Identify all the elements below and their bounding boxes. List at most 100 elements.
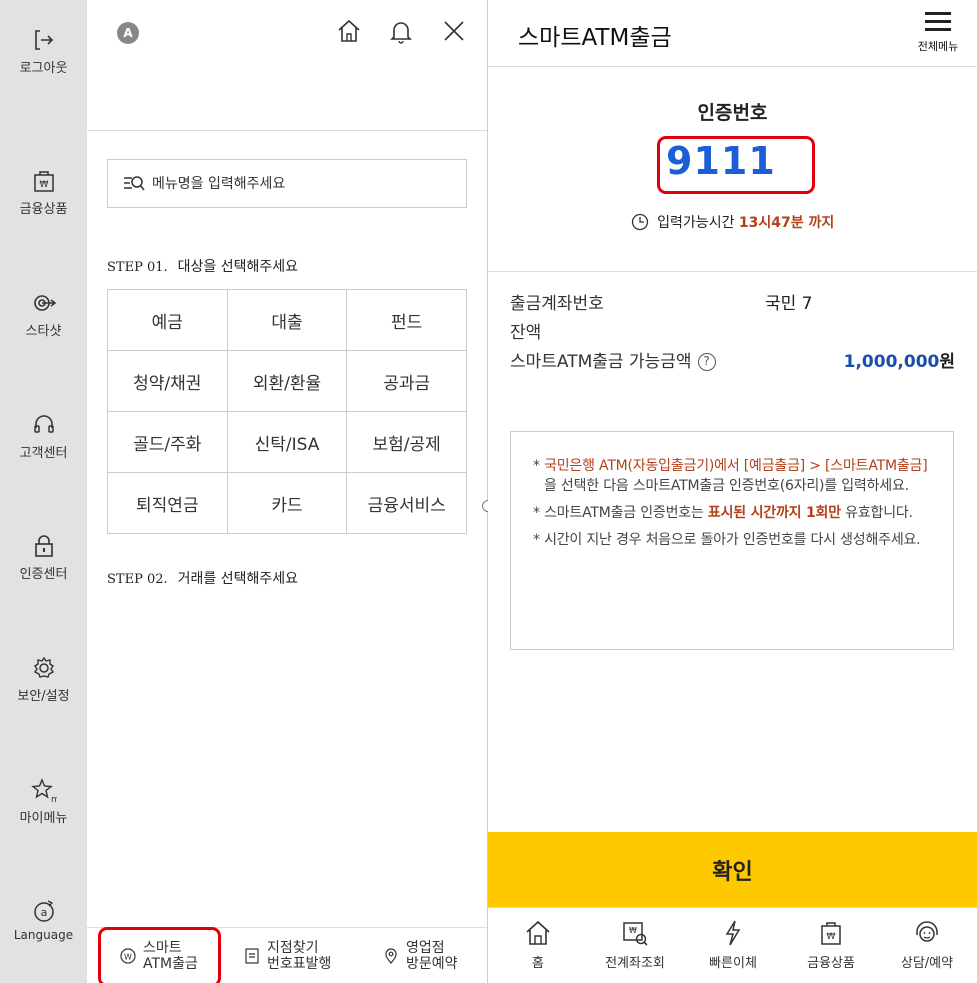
rail-label: 스타샷 xyxy=(25,324,62,339)
notice-2-highlight: 표시된 시간까지 1회만 xyxy=(707,505,841,521)
auth-code: 9111 xyxy=(666,139,776,183)
left-rail: 로그아웃 ₩ 금융상품 스타샷 고객센터 인증센터 보안/설정 m 마이메뉴 a… xyxy=(0,0,87,983)
home-icon xyxy=(526,920,550,945)
step-1-heading: STEP 01. 대상을 선택해주세요 xyxy=(107,256,298,276)
category-gold-coin[interactable]: 골드/주화 xyxy=(107,411,228,473)
notice-item-3: * 시간이 지난 경우 처음으로 돌아가 인증번호를 다시 생성해주세요. xyxy=(533,532,921,548)
category-foreign-exchange[interactable]: 외환/환율 xyxy=(226,350,348,412)
valid-time-value: 13시47분 까지 xyxy=(738,215,835,231)
svg-text:₩: ₩ xyxy=(629,926,637,935)
tab-home[interactable]: 홈 xyxy=(490,918,586,971)
available-amount-unit: 원 xyxy=(939,352,955,372)
notice-2-text-a: 스마트ATM출금 인증번호는 xyxy=(544,505,708,521)
category-deposit[interactable]: 예금 xyxy=(107,289,228,351)
step-text: 거래를 선택해주세요 xyxy=(177,571,298,587)
account-value: 국민 7 xyxy=(765,294,813,314)
svg-text:₩: ₩ xyxy=(39,180,48,190)
category-fund[interactable]: 펀드 xyxy=(346,289,467,351)
rail-item-my-menu[interactable]: m 마이메뉴 xyxy=(0,777,87,826)
app-root: 로그아웃 ₩ 금융상품 스타샷 고객센터 인증센터 보안/설정 m 마이메뉴 a… xyxy=(0,0,977,983)
rail-label: 인증센터 xyxy=(19,567,68,582)
tab-label: 상담/예약 xyxy=(900,956,954,971)
headset-icon xyxy=(916,921,938,942)
menu-search-input[interactable] xyxy=(152,160,452,207)
tab-label: 금융상품 xyxy=(807,956,855,971)
rail-label: 고객센터 xyxy=(19,446,68,461)
menu-header: A xyxy=(87,0,487,131)
smart-atm-screen: 스마트ATM출금 전체메뉴 인증번호 9111 입력가능시간 13시47분 까지… xyxy=(488,0,977,983)
notice-1-highlight: 국민은행 ATM(자동입출금기)에서 [예금출금] > [스마트ATM출금] xyxy=(544,458,928,474)
tab-quick-transfer[interactable]: 빠른이체 xyxy=(685,918,781,971)
available-amount-value: 1,000,000 xyxy=(843,352,940,372)
smart-atm-highlight-box xyxy=(98,927,221,983)
available-amount-row: 스마트ATM출금 가능금액? xyxy=(510,347,716,372)
close-icon[interactable] xyxy=(440,17,468,45)
valid-time-label: 입력가능시간 xyxy=(657,215,735,231)
available-amount: 1,000,000원 xyxy=(844,347,955,372)
step-text: 대상을 선택해주세요 xyxy=(177,259,298,275)
headset-icon xyxy=(31,412,57,438)
help-icon[interactable]: ? xyxy=(697,353,716,371)
star-icon: m xyxy=(30,777,59,805)
notice-3-text: 시간이 지난 경우 처음으로 돌아가 인증번호를 다시 생성해주세요. xyxy=(544,532,921,548)
clock-icon xyxy=(631,213,648,231)
home-icon[interactable] xyxy=(335,17,363,45)
tab-label: 빠른이체 xyxy=(709,956,757,971)
full-menu-button[interactable]: 전체메뉴 xyxy=(913,10,963,54)
valid-time-row: 입력가능시간 13시47분 까지 xyxy=(488,212,977,232)
financial-product-icon: ₩ xyxy=(31,168,57,194)
rail-item-auth-center[interactable]: 인증센터 xyxy=(0,533,87,582)
tab-all-accounts[interactable]: ₩ 전계좌조회 xyxy=(587,918,683,971)
language-icon: a xyxy=(31,898,57,924)
category-financial-service[interactable]: 금융서비스 xyxy=(346,472,467,534)
branch-ticket-line2: 번호표발행 xyxy=(267,956,332,972)
svg-text:₩: ₩ xyxy=(827,932,836,942)
tab-label: 홈 xyxy=(532,956,544,971)
branch-visit-reservation-button[interactable]: 영업점 방문예약 xyxy=(382,928,458,983)
financial-product-icon: ₩ xyxy=(821,922,841,945)
step-number: STEP 01. xyxy=(107,260,168,275)
rail-item-customer-center[interactable]: 고객센터 xyxy=(0,412,87,461)
menu-search-box[interactable] xyxy=(107,159,467,208)
notice-item-1: * 국민은행 ATM(자동입출금기)에서 [예금출금] > [스마트ATM출금]… xyxy=(533,458,928,494)
screen-header: 스마트ATM출금 전체메뉴 xyxy=(488,0,977,67)
page-title: 스마트ATM출금 xyxy=(518,25,672,51)
auth-number-label: 인증번호 xyxy=(697,102,768,124)
tab-consult-reservation[interactable]: 상담/예약 xyxy=(879,918,975,971)
category-pension[interactable]: 퇴직연금 xyxy=(107,472,228,534)
tab-financial-products[interactable]: ₩ 금융상품 xyxy=(783,918,879,971)
account-search-icon: ₩ xyxy=(623,922,648,946)
search-icon xyxy=(124,176,145,191)
category-card[interactable]: 카드 xyxy=(226,472,348,534)
rail-label: 금융상품 xyxy=(19,202,68,217)
location-pin-icon xyxy=(385,948,397,964)
category-loan[interactable]: 대출 xyxy=(226,289,348,351)
notice-2-text-c: 유효합니다. xyxy=(840,505,913,521)
menu-panel: A STEP 01. 대상을 선택해주세요 예금 대출 펀드 청약/채권 외환/환… xyxy=(87,0,487,983)
avatar[interactable]: A xyxy=(117,22,139,44)
step-number: STEP 02. xyxy=(107,572,168,587)
rail-item-security-settings[interactable]: 보안/설정 xyxy=(0,655,87,704)
confirm-button[interactable]: 확인 xyxy=(488,832,977,907)
rail-item-financial-products[interactable]: ₩ 금융상품 xyxy=(0,168,87,217)
rail-item-logout[interactable]: 로그아웃 xyxy=(0,27,87,76)
notice-box: * 국민은행 ATM(자동입출금기)에서 [예금출금] > [스마트ATM출금]… xyxy=(510,431,954,650)
available-amount-label: 스마트ATM출금 가능금액 xyxy=(510,352,692,372)
svg-text:m: m xyxy=(51,795,57,803)
rail-item-starshot[interactable]: 스타샷 xyxy=(0,290,87,339)
category-subscription-bond[interactable]: 청약/채권 xyxy=(107,350,228,412)
category-public-utility[interactable]: 공과금 xyxy=(346,350,467,412)
hamburger-icon xyxy=(925,10,951,32)
notice-1-text: 을 선택한 다음 스마트ATM출금 인증번호(6자리)를 입력하세요. xyxy=(544,478,909,494)
branch-visit-line2: 방문예약 xyxy=(406,956,458,972)
category-trust-isa[interactable]: 신탁/ISA xyxy=(226,411,348,473)
lightning-icon xyxy=(725,920,741,946)
rail-label: Language xyxy=(13,928,74,942)
starshot-icon xyxy=(31,290,57,316)
ticket-icon xyxy=(245,948,259,964)
bell-icon[interactable] xyxy=(387,17,415,45)
category-insurance[interactable]: 보험/공제 xyxy=(346,411,467,473)
branch-ticket-line1: 지점찾기 xyxy=(267,940,319,956)
rail-item-language[interactable]: a Language xyxy=(0,898,87,942)
branch-ticket-button[interactable]: 지점찾기 번호표발행 xyxy=(243,928,331,983)
